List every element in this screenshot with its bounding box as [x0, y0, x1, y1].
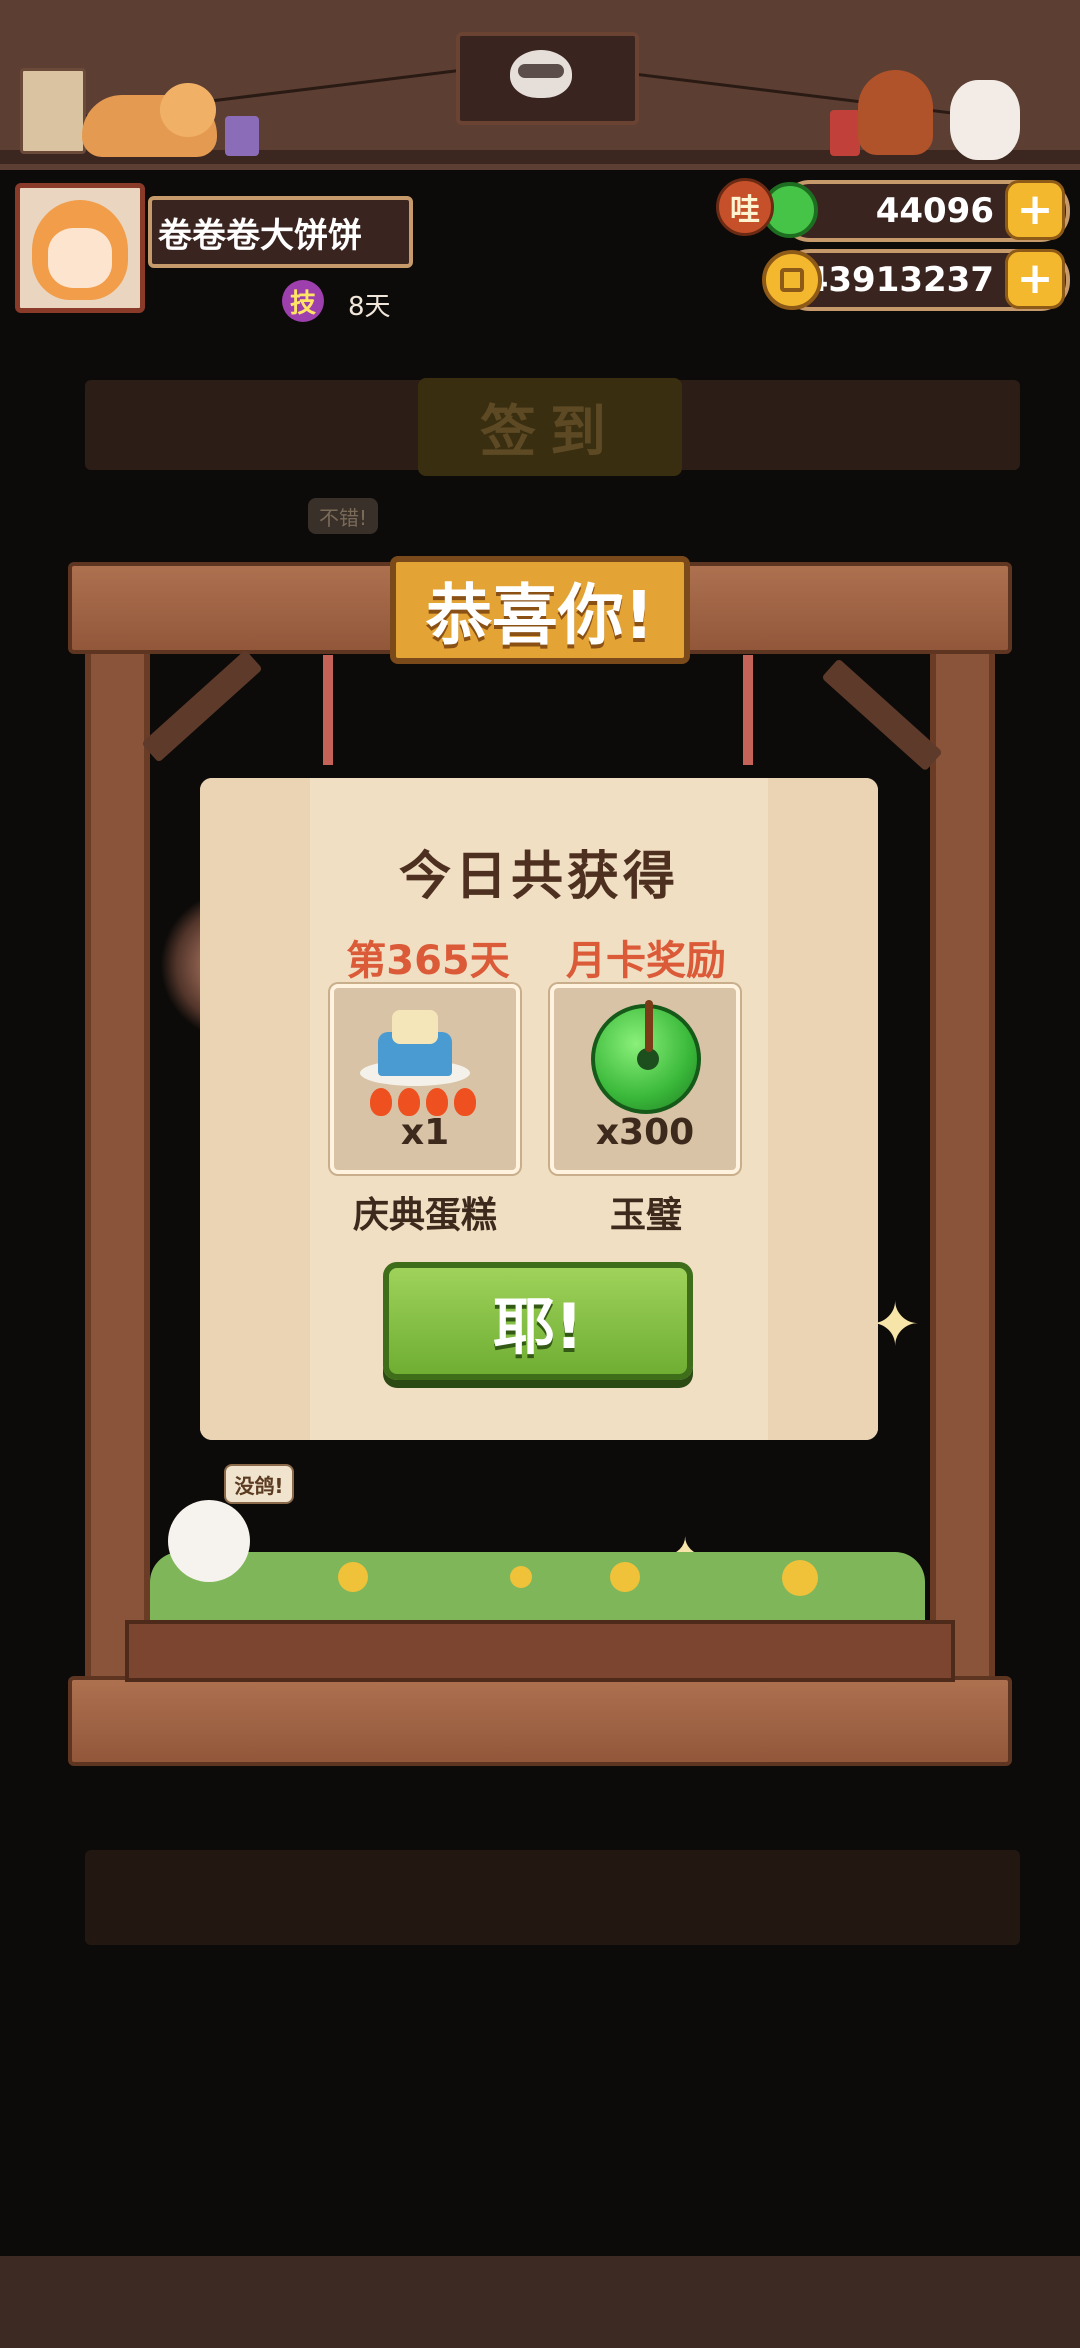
background-lower-beam: [85, 1850, 1020, 1945]
avatar-face: [48, 228, 112, 288]
frame-brace-right: [821, 658, 943, 772]
coin-amount: 43913237: [804, 260, 994, 300]
flame-icon: [398, 1088, 420, 1116]
jade-amount: 44096: [875, 191, 994, 231]
white-cat-decoration: [950, 80, 1020, 160]
sleeping-cat-decoration: [82, 83, 217, 157]
flower-decoration: [782, 1560, 818, 1596]
player-avatar[interactable]: [15, 183, 145, 313]
wa-badge[interactable]: 哇: [716, 178, 774, 236]
jade-disc-string: [645, 1000, 653, 1052]
reward-monthly-header: 月卡奖励: [566, 938, 726, 984]
paw-sign-decoration: [20, 68, 86, 154]
checkin-title-dim: 签到: [418, 378, 682, 476]
npc-speech-bubble-dim: 不错!: [308, 498, 378, 534]
flower-decoration: [610, 1562, 640, 1592]
dialog-title: 今日共获得: [398, 847, 679, 907]
reward-name: 庆典蛋糕: [352, 1195, 497, 1236]
skill-days: 8天: [348, 292, 391, 322]
add-coin-button[interactable]: +: [1005, 249, 1065, 309]
frame-post-left: [85, 640, 150, 1680]
add-jade-button[interactable]: +: [1005, 180, 1065, 240]
confirm-button[interactable]: 耶!: [383, 1262, 693, 1380]
congrats-banner: 恭喜你!: [390, 556, 690, 664]
flower-decoration: [338, 1562, 368, 1592]
jar-decoration: [225, 116, 259, 156]
girl-character-decoration: [858, 70, 933, 155]
flame-icon: [426, 1088, 448, 1116]
raccoon-cat-icon: [510, 50, 572, 98]
panel-hanger-right: [743, 655, 753, 765]
bottom-bar: [0, 2256, 1080, 2348]
panel-hanger-left: [323, 655, 333, 765]
pigeon-speech-bubble: 没鸽!: [224, 1464, 294, 1504]
frame-post-right: [930, 640, 995, 1680]
red-jar-decoration: [830, 110, 860, 156]
frame-brace-left: [141, 649, 263, 763]
flame-icon: [454, 1088, 476, 1116]
reward-qty: x300: [595, 1112, 695, 1153]
reward-name: 玉璧: [609, 1195, 682, 1236]
frame-bottom-beam: [68, 1676, 1012, 1766]
skill-icon[interactable]: 技: [282, 280, 324, 322]
coin-icon: [762, 250, 822, 310]
pigeon-character[interactable]: [168, 1500, 250, 1582]
stage-platform: [125, 1620, 955, 1682]
cake-top: [392, 1010, 438, 1044]
reward-day-header: 第365天: [346, 938, 510, 984]
reward-qty: x1: [400, 1112, 450, 1153]
flower-decoration: [510, 1566, 532, 1588]
flame-icon: [370, 1088, 392, 1116]
player-name: 卷卷卷大饼饼: [148, 196, 413, 268]
